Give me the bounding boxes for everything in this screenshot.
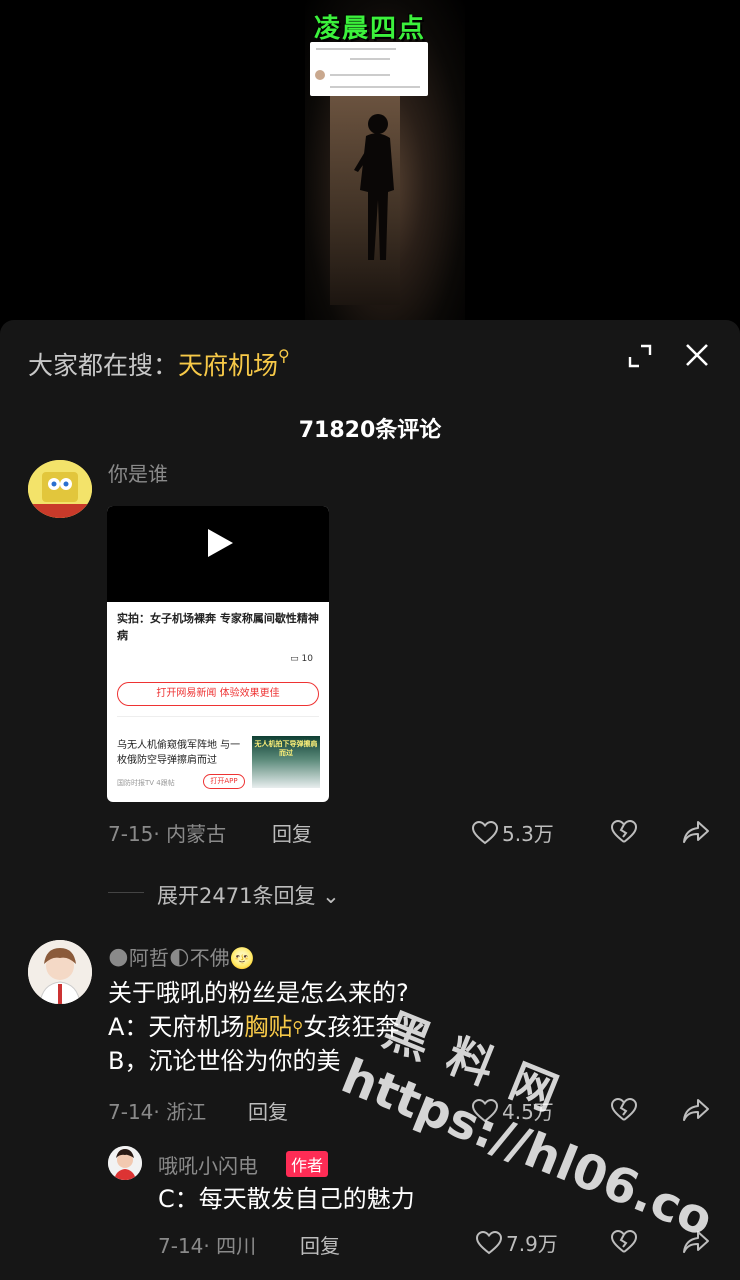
reply-button[interactable]: 回复 <box>300 1230 340 1259</box>
reply-button[interactable]: 回复 <box>248 1096 288 1125</box>
comment-text: 关于哦吼的粉丝是怎么来的? A：天府机场胸贴⚲女孩狂奔 B，沉论世俗为你的美 <box>108 976 409 1078</box>
close-icon[interactable] <box>684 342 710 368</box>
news-headline: 实拍：女子机场裸奔 专家称属间歇性精神病 <box>117 612 319 642</box>
username-text: 阿哲 <box>128 946 169 970</box>
like-button[interactable]: 4.5万 <box>472 1096 554 1125</box>
related-news-title[interactable]: 乌无人机偷窥俄军阵地 与一枚俄防空导弹擦肩而过 <box>117 738 243 768</box>
comment-line: A：天府机场胸贴⚲女孩狂奔 <box>108 1010 409 1044</box>
like-button[interactable]: 5.3万 <box>472 818 554 847</box>
video-title-overlay: 凌晨四点 <box>313 14 426 44</box>
search-keyword[interactable]: 天府机场 <box>178 351 278 380</box>
search-icon: ⚲ <box>278 346 290 365</box>
related-news-thumbnail[interactable]: 无人机拍下导弹擦肩而过 <box>252 736 320 788</box>
related-news-source: 国防时报TV 4跟帖 <box>117 779 175 787</box>
dislike-icon[interactable] <box>610 1230 638 1254</box>
news-video-thumbnail[interactable] <box>107 506 329 602</box>
related-open-app-button[interactable]: 打开APP <box>203 774 245 789</box>
reply-button[interactable]: 回复 <box>272 818 312 847</box>
like-count: 5.3万 <box>502 822 554 846</box>
share-icon[interactable] <box>682 820 710 844</box>
expand-icon[interactable] <box>628 344 652 368</box>
username-suffix: 不佛 <box>189 946 230 970</box>
comment-line: B，沉论世俗为你的美 <box>108 1047 341 1075</box>
chevron-down-icon: ⌄ <box>315 884 340 908</box>
search-icon: ⚲ <box>292 1018 304 1036</box>
play-icon[interactable] <box>205 528 235 558</box>
comment-date-location: 7-15· 内蒙古 <box>108 822 227 846</box>
divider <box>117 716 319 717</box>
heart-icon <box>476 1230 502 1254</box>
person-silhouette <box>354 114 394 260</box>
video-screenshot-card <box>310 42 428 96</box>
avatar[interactable] <box>108 1146 142 1180</box>
search-keyword-link[interactable]: 胸贴 <box>244 1013 292 1041</box>
author-badge: 作者 <box>286 1151 329 1177</box>
like-count: 4.5万 <box>502 1100 554 1124</box>
related-thumb-caption: 无人机拍下导弹擦肩而过 <box>254 740 318 757</box>
comment-count-title: 71820条评论 <box>298 418 442 443</box>
news-attachment-card[interactable]: 实拍：女子机场裸奔 专家称属间歇性精神病 ▭ 10 打开网易新闻 体验效果更佳 … <box>107 506 329 802</box>
moon-new-icon: 🌑 <box>108 946 129 970</box>
comment-sheet: 大家都在搜：天府机场⚲ 71820条评论 你是谁 实拍：女子机场裸奔 专家称属间… <box>0 320 740 1280</box>
comment-username[interactable]: 哦吼小闪电 <box>158 1150 258 1179</box>
comment-date-location: 7-14· 浙江 <box>108 1100 207 1124</box>
share-icon[interactable] <box>682 1230 710 1254</box>
comment-text: C：每天散发自己的魅力 <box>158 1185 415 1213</box>
like-button[interactable]: 7.9万 <box>476 1228 558 1257</box>
video-player[interactable]: 凌晨四点 <box>0 0 740 330</box>
heart-icon <box>472 820 498 844</box>
comment-line-part: A：天府机场 <box>108 1013 245 1041</box>
avatar[interactable] <box>28 460 92 518</box>
trending-search[interactable]: 大家都在搜：天府机场⚲ <box>28 346 290 382</box>
news-comment-count-value: 10 <box>301 654 313 664</box>
like-count: 7.9万 <box>506 1232 558 1256</box>
news-comment-count: ▭ 10 <box>290 654 313 664</box>
expand-replies-label: 展开2471条回复 <box>157 884 316 908</box>
share-icon[interactable] <box>682 1098 710 1122</box>
comment-date-location: 7-14· 四川 <box>158 1234 257 1258</box>
search-prefix: 大家都在搜： <box>28 351 179 380</box>
moon-full-icon: 🌝 <box>229 946 255 970</box>
comment-username[interactable]: 🌑阿哲🌓不佛🌝 <box>108 942 255 971</box>
dislike-icon[interactable] <box>610 820 638 844</box>
moon-quarter-icon: 🌓 <box>168 946 190 970</box>
avatar[interactable] <box>28 940 92 1004</box>
comment-bubble-icon: ▭ <box>290 654 299 664</box>
expand-replies-button[interactable]: 展开2471条回复 ⌄ <box>157 880 340 910</box>
heart-icon <box>472 1098 498 1122</box>
dislike-icon[interactable] <box>610 1098 638 1122</box>
open-app-button[interactable]: 打开网易新闻 体验效果更佳 <box>117 682 319 706</box>
comment-line-part: 女孩狂奔 <box>303 1013 400 1041</box>
comment-username[interactable]: 你是谁 <box>108 458 168 487</box>
divider <box>108 892 144 893</box>
comment-line: 关于哦吼的粉丝是怎么来的? <box>108 979 409 1007</box>
